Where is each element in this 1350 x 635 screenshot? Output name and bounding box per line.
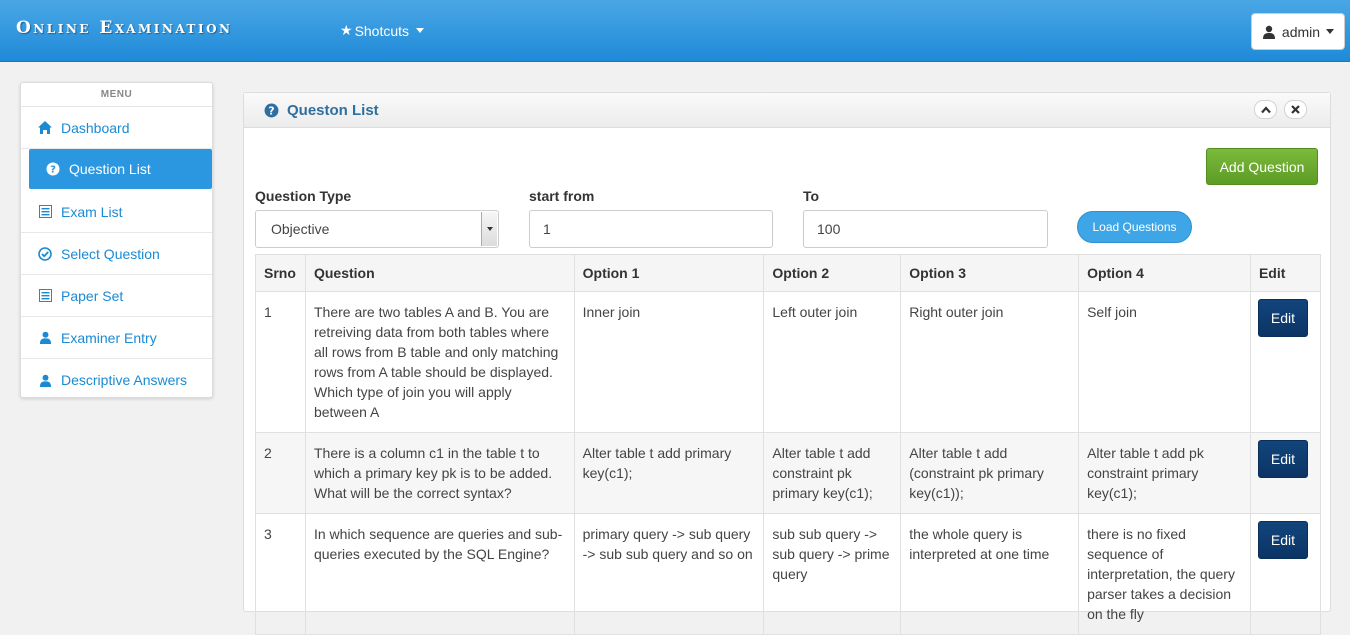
shortcuts-dropdown[interactable]: ★ Shotcuts: [340, 22, 425, 39]
sidebar-item-label: Dashboard: [61, 119, 130, 136]
question-list-panel: ? Queston List Add Question Question Typ…: [243, 92, 1331, 635]
menu-header: MENU: [21, 83, 212, 107]
check-circle-icon: [37, 246, 53, 262]
cell-option-4: Alter table t add pk constraint primary …: [1078, 432, 1251, 514]
sidebar-item-label: Paper Set: [61, 287, 124, 304]
cell-edit: Edit: [1249, 432, 1322, 514]
home-icon: [37, 120, 53, 136]
sidebar-menu: MENU Dashboard ? Question List Exam List…: [20, 82, 213, 398]
question-type-select[interactable]: Objective: [255, 210, 499, 248]
cell-question: In which sequence are queries and sub-qu…: [304, 513, 575, 635]
close-button[interactable]: [1284, 100, 1307, 119]
sidebar-item-exam-list[interactable]: Exam List: [21, 191, 212, 233]
cell-edit: Edit: [1249, 291, 1322, 433]
col-header-option-2: Option 2: [763, 254, 902, 292]
top-navbar: Online Examination ★ Shotcuts admin: [0, 0, 1350, 62]
cell-option-2: sub sub query -> sub query -> prime quer…: [763, 513, 902, 635]
table-header-row: Srno Question Option 1 Option 2 Option 3…: [255, 254, 1322, 292]
user-label: admin: [1281, 23, 1321, 40]
col-header-srno: Srno: [255, 254, 306, 292]
caret-down-icon: [1326, 29, 1335, 34]
close-icon: [1291, 105, 1300, 114]
edit-button[interactable]: Edit: [1257, 440, 1308, 478]
table-row: 3 In which sequence are queries and sub-…: [255, 513, 1322, 635]
sidebar-item-paper-set[interactable]: Paper Set: [21, 275, 212, 317]
cell-question: There is a column c1 in the table t to w…: [304, 432, 575, 514]
user-icon: [37, 372, 53, 388]
cell-option-4: there is no fixed sequence of interpreta…: [1078, 513, 1251, 635]
cell-question: There are two tables A and B. You are re…: [304, 291, 575, 433]
sidebar-item-label: Select Question: [61, 245, 160, 262]
shortcuts-label: Shotcuts: [354, 22, 410, 39]
cell-option-1: Inner join: [573, 291, 765, 433]
cell-option-2: Alter table t add constraint pk primary …: [763, 432, 902, 514]
edit-button[interactable]: Edit: [1257, 299, 1308, 337]
sidebar-item-question-list[interactable]: ? Question List: [29, 149, 212, 189]
sidebar-item-label: Examiner Entry: [61, 329, 157, 346]
edit-button[interactable]: Edit: [1257, 521, 1308, 559]
cell-srno: 1: [255, 291, 306, 433]
col-header-edit: Edit: [1249, 254, 1322, 292]
cell-option-3: Right outer join: [900, 291, 1080, 433]
question-circle-icon: ?: [263, 102, 279, 118]
start-from-label: start from: [529, 188, 595, 204]
sidebar-item-label: Exam List: [61, 203, 123, 220]
col-header-option-1: Option 1: [573, 254, 765, 292]
cell-option-4: Self join: [1078, 291, 1251, 433]
brand-title[interactable]: Online Examination: [16, 18, 233, 38]
user-icon: [37, 330, 53, 346]
sidebar-item-label: Question List: [69, 161, 151, 177]
select-arrow-icon[interactable]: [481, 212, 497, 246]
svg-text:?: ?: [50, 165, 56, 176]
table-row: 2 There is a column c1 in the table t to…: [255, 432, 1322, 514]
cell-srno: 2: [255, 432, 306, 514]
cell-edit: Edit: [1249, 513, 1322, 635]
svg-text:?: ?: [268, 104, 274, 117]
panel-title: Queston List: [287, 101, 379, 119]
cell-option-3: Alter table t add (constraint pk primary…: [900, 432, 1080, 514]
cell-option-2: Left outer join: [763, 291, 902, 433]
to-label: To: [803, 188, 820, 204]
load-questions-button[interactable]: Load Questions: [1077, 211, 1192, 243]
sidebar-item-examiner-entry[interactable]: Examiner Entry: [21, 317, 212, 359]
sidebar-item-select-question[interactable]: Select Question: [21, 233, 212, 275]
list-icon: [37, 288, 53, 304]
cell-srno: 3: [255, 513, 306, 635]
chevron-up-icon: [1260, 105, 1271, 113]
list-icon: [37, 204, 53, 220]
sidebar-item-dashboard[interactable]: Dashboard: [21, 107, 212, 149]
sidebar-item-label: Descriptive Answers: [61, 372, 188, 388]
sidebar-item-descriptive-answers[interactable]: Descriptive Answers: [21, 359, 212, 401]
table-row: 1 There are two tables A and B. You are …: [255, 291, 1322, 433]
questions-table: Srno Question Option 1 Option 2 Option 3…: [255, 254, 1322, 635]
caret-down-icon: [416, 28, 425, 33]
collapse-button[interactable]: [1254, 100, 1277, 119]
star-icon: ★: [340, 22, 353, 38]
cell-option-3: the whole query is interpreted at one ti…: [900, 513, 1080, 635]
col-header-option-3: Option 3: [900, 254, 1080, 292]
user-icon: [1262, 25, 1275, 39]
to-value: 100: [817, 221, 841, 237]
user-menu-button[interactable]: admin: [1251, 13, 1345, 50]
to-input[interactable]: 100: [803, 210, 1048, 248]
question-circle-icon: ?: [45, 161, 61, 177]
add-question-button[interactable]: Add Question: [1206, 148, 1318, 185]
start-from-input[interactable]: 1: [529, 210, 773, 248]
cell-option-1: Alter table t add primary key(c1);: [573, 432, 765, 514]
col-header-question: Question: [304, 254, 575, 292]
col-header-option-4: Option 4: [1078, 254, 1251, 292]
cell-option-1: primary query -> sub query -> sub sub qu…: [573, 513, 765, 635]
panel-header: ? Queston List: [244, 93, 1330, 128]
question-type-label: Question Type: [255, 188, 352, 204]
question-type-value: Objective: [271, 221, 330, 237]
start-from-value: 1: [543, 221, 551, 237]
